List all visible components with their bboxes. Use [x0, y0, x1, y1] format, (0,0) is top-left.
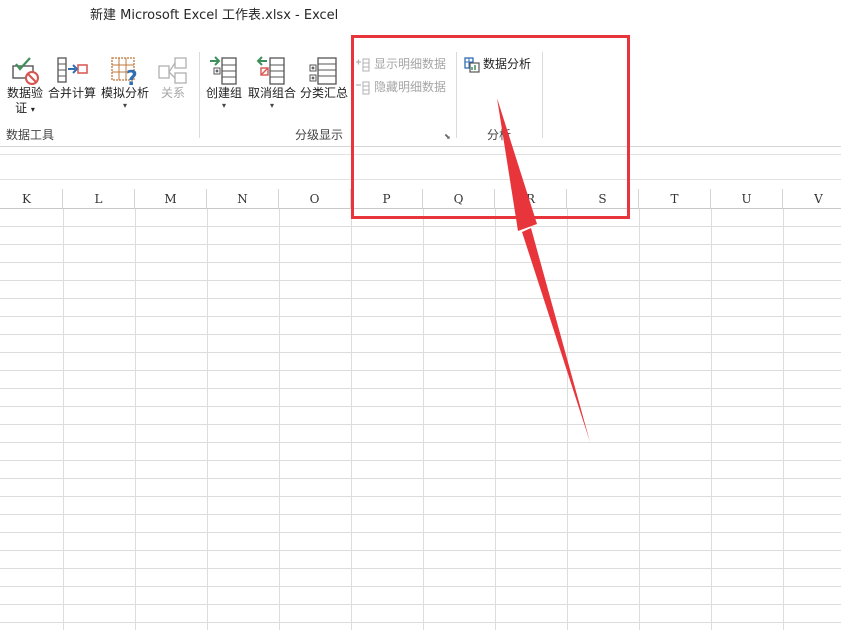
ungroup-icon [256, 56, 285, 85]
outline-dialog-launcher-icon[interactable]: ⬊ [444, 132, 451, 141]
cell-area[interactable] [0, 209, 841, 630]
data-validation-button[interactable]: 数据验 证 ▾ [4, 56, 46, 117]
separator [542, 52, 543, 138]
subtotal-icon [309, 57, 337, 85]
column-header[interactable]: V [783, 189, 841, 209]
window-title: 新建 Microsoft Excel 工作表.xlsx - Excel [90, 8, 339, 23]
show-detail-button[interactable]: 显示明细数据 [355, 55, 446, 73]
ungroup-button[interactable]: 取消组合 ▾ [246, 56, 298, 111]
what-if-dropdown-icon: ▾ [122, 101, 127, 110]
subtotal-label: 分类汇总 [299, 86, 348, 100]
what-if-analysis-icon: ? [111, 57, 138, 86]
consolidate-button[interactable]: 合并计算 [47, 56, 97, 101]
group-dropdown-icon: ▾ [221, 101, 226, 110]
consolidate-label: 合并计算 [47, 86, 96, 100]
show-detail-label: 显示明细数据 [374, 57, 447, 71]
column-header[interactable]: N [207, 189, 279, 209]
relationships-label: 关系 [160, 86, 185, 100]
data-validation-label-2: 证 ▾ [15, 101, 35, 115]
column-header[interactable]: L [63, 189, 135, 209]
column-header[interactable]: T [639, 189, 711, 209]
hide-detail-label: 隐藏明细数据 [374, 80, 447, 94]
column-header[interactable]: S [567, 189, 639, 209]
data-validation-label-1: 数据验 [6, 86, 43, 100]
title-bar: 新建 Microsoft Excel 工作表.xlsx - Excel [0, 0, 841, 26]
column-header[interactable]: R [495, 189, 567, 209]
worksheet-grid[interactable]: K L M N O P Q R S T U V [0, 189, 841, 630]
svg-text:?: ? [126, 66, 138, 86]
column-header[interactable]: K [0, 189, 63, 209]
column-header[interactable]: Q [423, 189, 495, 209]
data-tools-group-label: 数据工具 [6, 128, 55, 142]
data-validation-icon [12, 57, 39, 85]
subtotal-button[interactable]: 分类汇总 [299, 56, 349, 101]
data-analysis-label: 数据分析 [483, 57, 532, 71]
data-analysis-icon [464, 56, 480, 73]
column-header[interactable]: U [711, 189, 783, 209]
group-icon [210, 56, 237, 85]
hide-detail-button[interactable]: 隐藏明细数据 [355, 78, 446, 96]
separator [456, 52, 457, 138]
relationships-icon [158, 57, 187, 84]
formula-bar[interactable] [0, 154, 841, 180]
consolidate-icon [57, 57, 88, 83]
show-detail-icon [356, 58, 370, 71]
hide-detail-icon [356, 81, 370, 94]
data-analysis-button[interactable]: 数据分析 [464, 55, 531, 73]
group-label: 创建组 [205, 86, 242, 100]
relationships-button[interactable]: 关系 [153, 56, 193, 101]
separator [199, 52, 200, 138]
column-header[interactable]: O [279, 189, 351, 209]
analysis-group-label: 分析 [487, 128, 512, 142]
group-button[interactable]: 创建组 ▾ [203, 56, 245, 111]
outline-group-label: 分级显示 [295, 128, 344, 142]
ribbon-data-tab: 数据验 证 ▾ 合并计算 ? 模拟分析 ▾ 关系 数据工具 创建组 ▾ 取消组合… [0, 40, 841, 147]
column-header[interactable]: P [351, 189, 423, 209]
ungroup-dropdown-icon: ▾ [269, 101, 274, 110]
column-header[interactable]: M [135, 189, 207, 209]
what-if-analysis-label: 模拟分析 [100, 86, 149, 100]
what-if-analysis-button[interactable]: ? 模拟分析 ▾ [99, 56, 151, 111]
ungroup-label: 取消组合 [247, 86, 296, 100]
